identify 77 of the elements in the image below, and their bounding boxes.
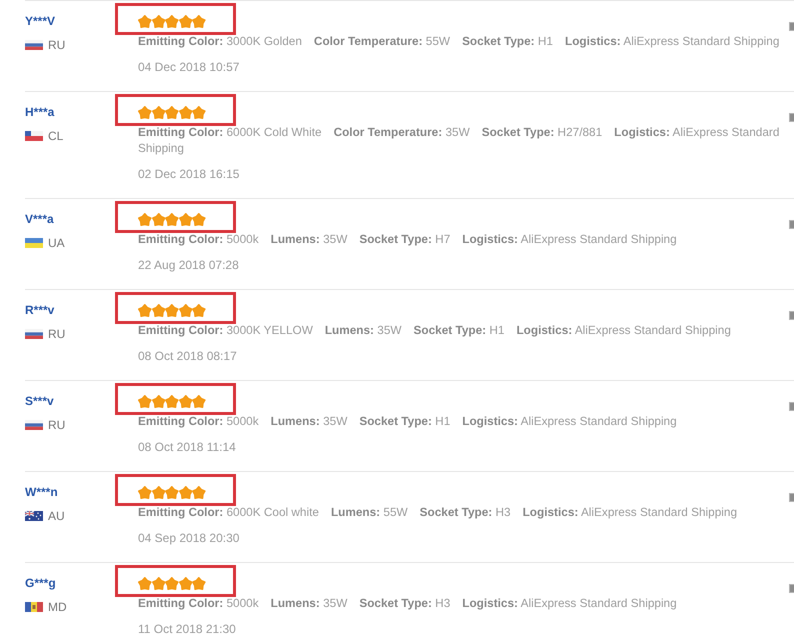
star-icon (138, 395, 152, 408)
star-icon (152, 106, 166, 119)
star-icon (178, 486, 192, 499)
square-icon (789, 113, 794, 122)
product-specs: Emitting Color: 6000K Cool white Lumens: 55W Socket Type: H3 Logistics: AliExpress Standard Shipping (138, 504, 738, 520)
username-link[interactable]: V***a (25, 212, 54, 226)
flag-icon (25, 329, 43, 339)
star-icon (178, 213, 192, 226)
square-icon (789, 311, 794, 320)
product-specs: Emitting Color: 3000K YELLOW Lumens: 35W Socket Type: H1 Logistics: AliExpress Standard Shipping (138, 322, 732, 338)
star-icon (152, 304, 166, 317)
star-icon (192, 15, 206, 28)
product-specs: Emitting Color: 5000k Lumens: 35W Socket Type: H7 Logistics: AliExpress Standard Shipping (138, 231, 678, 247)
star-icon (192, 486, 206, 499)
square-icon (789, 584, 794, 593)
star-icon (165, 486, 179, 499)
username-link[interactable]: W***n (25, 485, 58, 499)
username-link[interactable]: H***a (25, 105, 54, 119)
star-icon (178, 15, 192, 28)
star-icon (192, 395, 206, 408)
star-icon (152, 577, 166, 590)
star-icon (152, 213, 166, 226)
review-date: 22 Aug 2018 07:28 (138, 257, 239, 273)
country-code: AU (48, 509, 65, 523)
square-icon (789, 402, 794, 411)
username-link[interactable]: S***v (25, 394, 54, 408)
star-icon (178, 106, 192, 119)
flag-icon (25, 420, 43, 430)
flag-icon (25, 40, 43, 50)
star-icon (152, 486, 166, 499)
star-icon (165, 15, 179, 28)
flag-icon (25, 238, 43, 248)
star-icon (178, 577, 192, 590)
star-icon (138, 106, 152, 119)
star-icon (138, 213, 152, 226)
star-icon (138, 304, 152, 317)
star-icon (152, 15, 166, 28)
review-date: 02 Dec 2018 16:15 (138, 166, 240, 182)
star-icon (192, 577, 206, 590)
star-icon (178, 304, 192, 317)
product-specs: Emitting Color: 5000k Lumens: 35W Socket Type: H1 Logistics: AliExpress Standard Shipping (138, 413, 678, 429)
square-icon (789, 22, 794, 31)
product-specs: Emitting Color: 5000k Lumens: 35W Socket Type: H3 Logistics: AliExpress Standard Shipping (138, 595, 678, 611)
flag-icon (25, 602, 43, 612)
username-link[interactable]: R***v (25, 303, 54, 317)
product-specs: Emitting Color: 3000K Golden Color Temperature: 55W Socket Type: H1 Logistics: AliExpress Standard Shipping (138, 33, 780, 49)
country-code: MD (48, 600, 67, 614)
review-date: 04 Sep 2018 20:30 (138, 530, 240, 546)
star-icon (165, 395, 179, 408)
star-icon (138, 577, 152, 590)
review-date: 04 Dec 2018 10:57 (138, 59, 240, 75)
product-specs: Emitting Color: 6000K Cold White Color Temperature: 35W Socket Type: H27/881 Logistics: AliExpress Standard Shipping (138, 124, 780, 156)
star-icon (165, 577, 179, 590)
star-icon (192, 106, 206, 119)
country-code: RU (48, 38, 66, 52)
flag-icon (25, 511, 43, 521)
star-icon (165, 106, 179, 119)
country-code: RU (48, 418, 66, 432)
review-date: 08 Oct 2018 11:14 (138, 439, 236, 455)
square-icon (789, 493, 794, 502)
star-icon (138, 486, 152, 499)
review-date: 08 Oct 2018 08:17 (138, 348, 237, 364)
square-icon (789, 220, 794, 229)
star-icon (138, 15, 152, 28)
country-code: CL (48, 129, 64, 143)
star-icon (192, 304, 206, 317)
country-code: UA (48, 236, 65, 250)
star-icon (192, 213, 206, 226)
username-link[interactable]: Y***V (25, 14, 56, 28)
review-date: 11 Oct 2018 21:30 (138, 621, 236, 637)
star-icon (165, 304, 179, 317)
star-icon (165, 213, 179, 226)
star-icon (152, 395, 166, 408)
username-link[interactable]: G***g (25, 576, 56, 590)
flag-icon (25, 131, 43, 141)
country-code: RU (48, 327, 66, 341)
star-icon (178, 395, 192, 408)
